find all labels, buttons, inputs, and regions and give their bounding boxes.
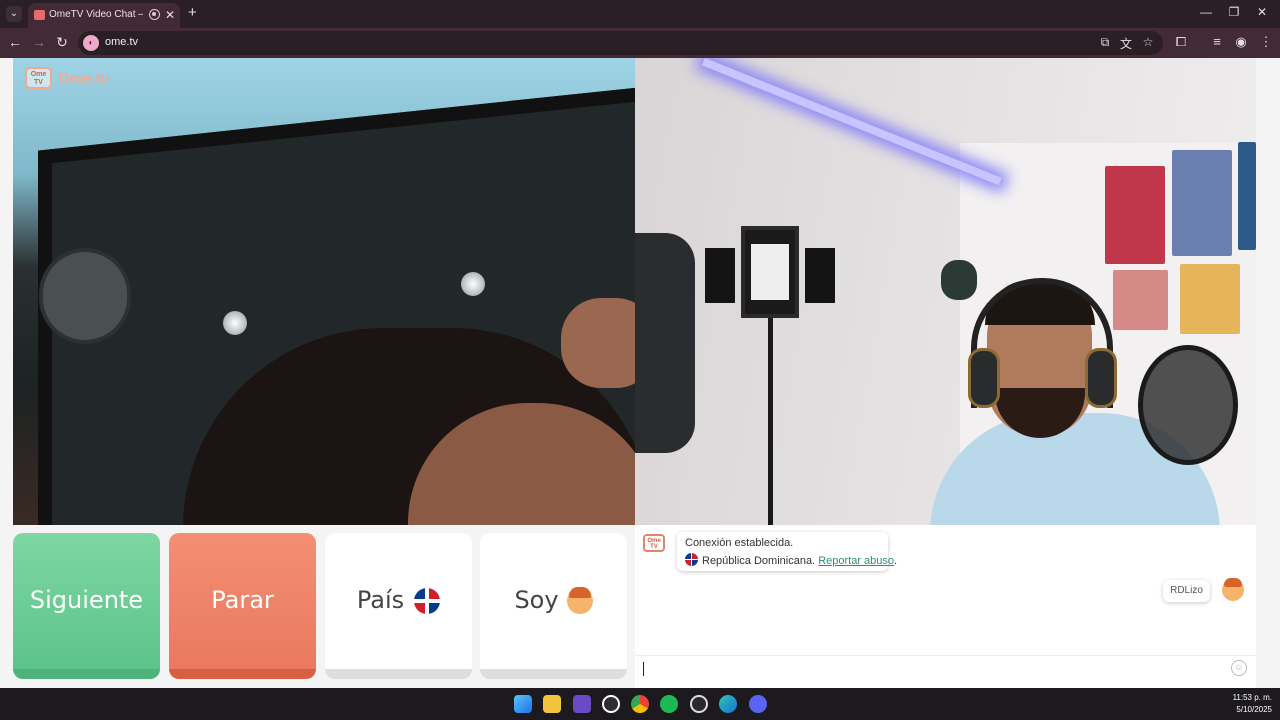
stranger-video: Ome TV Ome.tv xyxy=(13,58,635,525)
media-control-icon[interactable]: ≡ xyxy=(1208,34,1226,49)
system-message: Conexión establecida. República Dominica… xyxy=(677,532,897,571)
camera-app-icon[interactable] xyxy=(573,695,591,713)
edge-icon[interactable] xyxy=(719,695,737,713)
logo-text: Ome.tv xyxy=(58,70,109,87)
clock-time: 11:53 p. m. xyxy=(1232,693,1272,702)
install-app-icon[interactable]: ⧉ xyxy=(1097,35,1113,50)
recording-icon xyxy=(149,9,160,20)
discord-icon[interactable] xyxy=(749,695,767,713)
report-suffix: . xyxy=(894,555,898,567)
restore-button[interactable]: ❐ xyxy=(1224,5,1244,19)
reload-icon[interactable]: ↻ xyxy=(53,34,71,51)
rhinestone xyxy=(461,272,485,296)
ometv-page: Ome TV Ome.tv Siguiente Parar País Soy O… xyxy=(0,58,1280,688)
back-icon[interactable]: ← xyxy=(6,34,24,50)
poster xyxy=(1113,270,1168,330)
text-caret xyxy=(643,662,644,676)
xbox-icon[interactable] xyxy=(602,695,620,713)
translate-icon[interactable]: 文 xyxy=(1118,35,1134,52)
ometv-chat-logo-icon: Ome TV xyxy=(643,534,665,552)
url-text: ome.tv xyxy=(105,36,139,48)
country-button[interactable]: País xyxy=(325,533,472,679)
stranger-hand xyxy=(561,298,635,388)
next-button-label: Siguiente xyxy=(29,586,144,614)
self-video xyxy=(635,58,1256,525)
forward-icon[interactable]: → xyxy=(30,34,48,50)
ometv-favicon-icon xyxy=(34,10,45,20)
new-tab-button[interactable]: + xyxy=(188,4,197,21)
stranger-country-line: República Dominicana. Reportar abuso. xyxy=(685,553,897,567)
menu-icon[interactable]: ⋮ xyxy=(1257,34,1275,50)
browser-toolbar: ← → ↻ ◐ ome.tv ⧉ 文 ☆ ⧠ ≡ ◉ ⋮ xyxy=(0,28,1280,58)
chrome-icon[interactable] xyxy=(631,695,649,713)
gender-button-label: Soy xyxy=(514,586,559,614)
logo-badge: Ome TV xyxy=(25,67,52,89)
user-message: RDLizo xyxy=(1163,580,1210,602)
steam-icon[interactable] xyxy=(690,695,708,713)
hanging-headphones xyxy=(39,248,131,344)
system-clock[interactable]: 11:53 p. m. 5/10/2025 xyxy=(1212,692,1272,716)
light-diffuser xyxy=(751,244,789,300)
site-info-icon[interactable]: ◐ xyxy=(83,35,99,51)
right-earcup xyxy=(1085,348,1117,408)
minimize-button[interactable]: — xyxy=(1196,5,1216,19)
extensions-icon[interactable]: ⧠ xyxy=(1172,34,1190,50)
report-abuse-link[interactable]: Reportar abuso xyxy=(818,555,894,567)
windows-icon[interactable] xyxy=(514,695,532,713)
stop-button-label: Parar xyxy=(211,586,274,614)
barn-door xyxy=(805,248,835,303)
poster xyxy=(1238,142,1256,250)
profile-icon[interactable]: ◉ xyxy=(1232,34,1250,50)
dominican-flag-small-icon xyxy=(685,553,698,566)
poster xyxy=(1105,166,1165,264)
tab-title: OmeTV Video Chat — OmeTV xyxy=(49,9,143,20)
tab-search-icon[interactable]: ⌄ xyxy=(6,6,22,22)
spotify-icon[interactable] xyxy=(660,695,678,713)
browser-titlebar: ⌄ OmeTV Video Chat — OmeTV ✕ + — ❐ ✕ xyxy=(0,0,1280,28)
light-stand xyxy=(768,318,773,525)
windows-taskbar: 11:53 p. m. 5/10/2025 xyxy=(0,688,1280,720)
file-explorer-icon[interactable] xyxy=(543,695,561,713)
tab-close-icon[interactable]: ✕ xyxy=(165,8,175,22)
clock-date: 5/10/2025 xyxy=(1236,705,1272,714)
user-avatar-icon xyxy=(1222,578,1244,601)
pop-filter xyxy=(1138,345,1238,465)
backpack xyxy=(635,233,695,453)
boy-avatar-icon xyxy=(566,587,593,614)
country-name: República Dominicana. xyxy=(702,555,816,567)
gender-button-row: Soy xyxy=(480,586,627,614)
country-button-label: País xyxy=(356,586,405,614)
barn-door xyxy=(705,248,735,303)
chat-input[interactable]: ☺ xyxy=(635,655,1256,681)
country-button-row: País xyxy=(325,586,472,614)
next-button[interactable]: Siguiente xyxy=(13,533,160,679)
bookmark-star-icon[interactable]: ☆ xyxy=(1140,35,1156,49)
led-light-panel xyxy=(741,226,799,318)
wall-cap xyxy=(941,260,977,300)
led-strip xyxy=(702,58,1002,186)
rhinestone xyxy=(223,311,247,335)
close-window-button[interactable]: ✕ xyxy=(1252,5,1272,19)
poster xyxy=(1180,264,1240,334)
emoji-icon[interactable]: ☺ xyxy=(1231,660,1247,676)
connection-status: Conexión establecida. xyxy=(685,537,794,549)
left-earcup xyxy=(968,348,1000,408)
browser-tab[interactable]: OmeTV Video Chat — OmeTV ✕ xyxy=(28,3,180,28)
poster xyxy=(1172,150,1232,256)
stop-button[interactable]: Parar xyxy=(169,533,316,679)
address-bar[interactable]: ◐ ome.tv ⧉ 文 ☆ xyxy=(78,31,1163,55)
chat-panel: Ome TV Conexión establecida. República D… xyxy=(635,525,1256,688)
dominican-flag-icon xyxy=(414,588,441,614)
gender-button[interactable]: Soy xyxy=(480,533,627,679)
